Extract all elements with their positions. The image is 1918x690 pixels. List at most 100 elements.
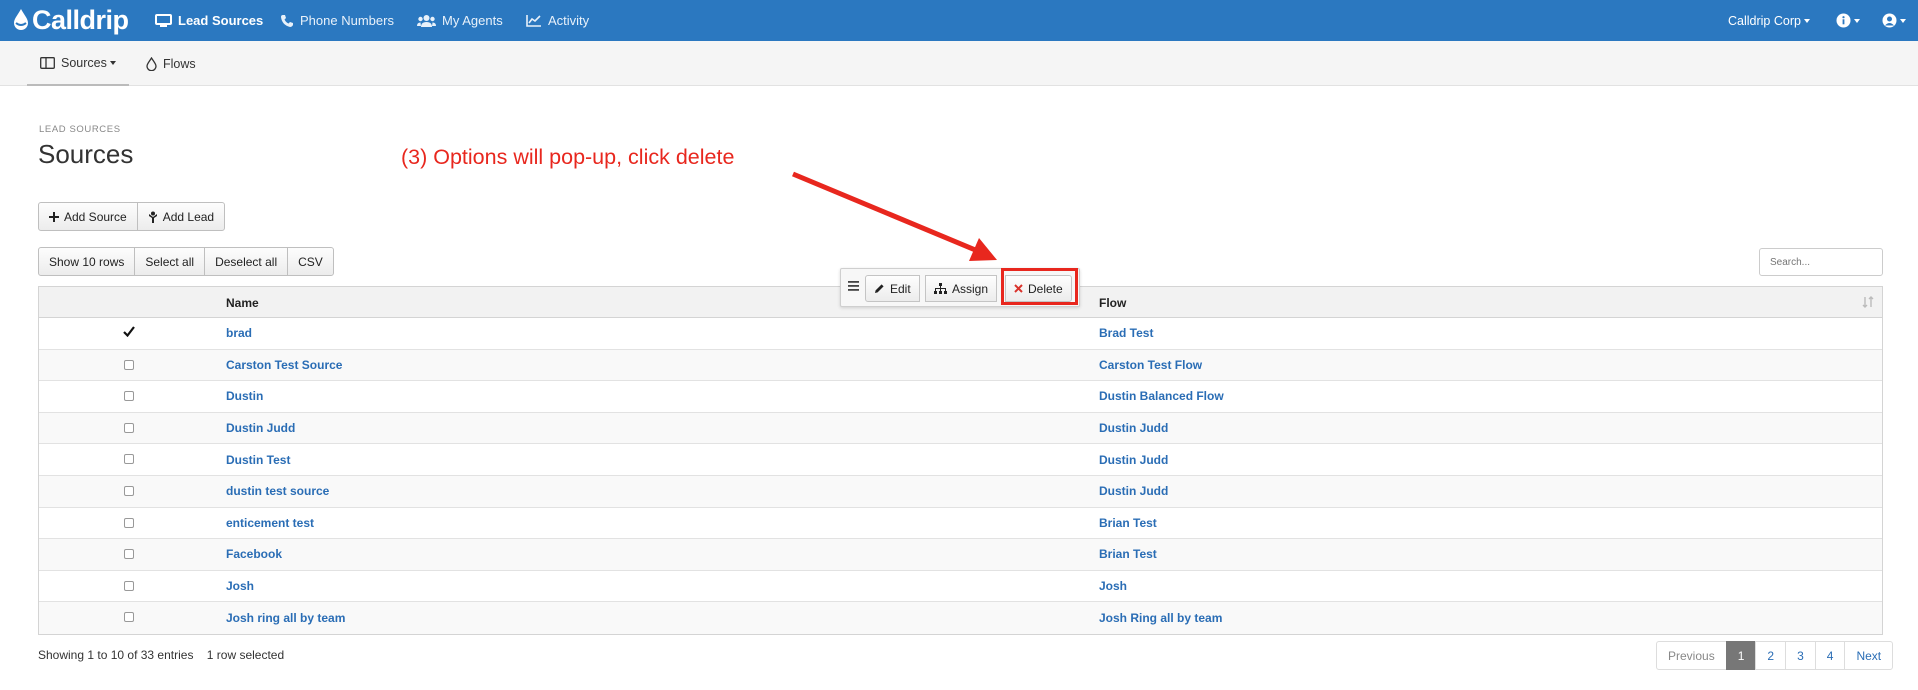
table-row[interactable]: Dustin Test Dustin Judd xyxy=(39,444,1882,476)
pagination-page-3[interactable]: 3 xyxy=(1785,641,1816,670)
columns-icon xyxy=(40,56,55,69)
flow-name-link[interactable]: Josh Ring all by team xyxy=(1099,602,1222,634)
row-checkbox[interactable] xyxy=(124,485,134,496)
page-title: Sources xyxy=(38,139,134,169)
users-icon xyxy=(417,15,436,27)
csv-button[interactable]: CSV xyxy=(287,247,334,276)
sources-table: Name Flow brad Brad Test Carston Test Sour… xyxy=(38,286,1883,635)
nav-lead-sources[interactable]: Lead Sources xyxy=(155,0,263,41)
account-dropdown[interactable]: Calldrip Corp xyxy=(1728,0,1810,41)
flow-name-link[interactable]: Carston Test Flow xyxy=(1099,350,1202,381)
source-name-link[interactable]: Dustin Judd xyxy=(226,413,295,444)
delete-highlight-box xyxy=(1001,268,1078,305)
add-lead-button[interactable]: Add Lead xyxy=(136,202,226,231)
source-name-link[interactable]: Dustin xyxy=(226,381,263,412)
table-row[interactable]: dustin test source Dustin Judd xyxy=(39,475,1882,508)
column-header-flow[interactable]: Flow xyxy=(1099,287,1126,318)
assign-button[interactable]: Assign xyxy=(925,275,998,302)
row-checkbox[interactable] xyxy=(124,549,134,560)
table-row[interactable]: Carston Test Source Carston Test Flow xyxy=(39,349,1882,382)
edit-button[interactable]: Edit xyxy=(865,275,920,302)
entries-info: Showing 1 to 10 of 33 entries xyxy=(38,648,194,662)
table-row[interactable]: Facebook Brian Test xyxy=(39,539,1882,571)
pencil-icon xyxy=(875,284,884,293)
pagination-page-1[interactable]: 1 xyxy=(1725,641,1757,670)
pagination-page-4[interactable]: 4 xyxy=(1814,641,1846,670)
row-checkbox[interactable] xyxy=(124,517,134,528)
source-name-link[interactable]: Dustin Test xyxy=(226,444,290,475)
flow-name-link[interactable]: Dustin Judd xyxy=(1099,444,1168,475)
table-row[interactable]: Dustin Dustin Balanced Flow xyxy=(39,381,1882,413)
flow-name-link[interactable]: Brad Test xyxy=(1099,318,1153,349)
search-input[interactable] xyxy=(1759,248,1883,276)
source-name-link[interactable]: Josh ring all by team xyxy=(226,602,345,634)
pagination-previous[interactable]: Previous xyxy=(1656,641,1727,670)
flow-name-link[interactable]: Dustin Balanced Flow xyxy=(1099,381,1224,412)
nav-activity[interactable]: Activity xyxy=(526,0,589,41)
instruction-annotation: (3) Options will pop-up, click delete xyxy=(401,145,735,169)
sort-icon[interactable] xyxy=(1862,296,1874,308)
table-row[interactable]: brad Brad Test xyxy=(39,318,1882,350)
add-lead-label: Add Lead xyxy=(162,209,215,224)
add-source-button[interactable]: Add Source xyxy=(38,202,138,231)
caret-down-icon xyxy=(109,60,116,65)
row-checkbox[interactable] xyxy=(124,359,134,370)
add-source-label: Add Source xyxy=(64,209,127,224)
row-checkbox[interactable] xyxy=(123,326,135,338)
calldrip-logo[interactable]: Calldrip xyxy=(12,5,129,35)
source-name-link[interactable]: brad xyxy=(226,318,252,349)
source-name-link[interactable]: Facebook xyxy=(226,539,282,570)
breadcrumb: LEAD SOURCES xyxy=(39,124,121,135)
edit-label: Edit xyxy=(890,281,911,296)
table-row[interactable]: Josh Josh xyxy=(39,571,1882,603)
flow-name-link[interactable]: Brian Test xyxy=(1099,539,1157,570)
help-dropdown[interactable] xyxy=(1836,0,1860,41)
sitemap-icon xyxy=(934,283,947,294)
row-checkbox[interactable] xyxy=(124,580,134,591)
plus-icon xyxy=(49,211,59,222)
row-checkbox[interactable] xyxy=(124,454,134,465)
nav-my-agents[interactable]: My Agents xyxy=(417,0,503,41)
show-rows-button[interactable]: Show 10 rows xyxy=(38,247,136,276)
tab-sources-label: Sources xyxy=(61,55,107,70)
table-body: brad Brad Test Carston Test Source Carston … xyxy=(39,318,1882,634)
table-info: Showing 1 to 10 of 33 entries 1 row sele… xyxy=(38,648,284,662)
flow-name-link[interactable]: Josh xyxy=(1099,571,1127,602)
selection-info: 1 row selected xyxy=(206,648,285,662)
sub-navbar: Sources Flows xyxy=(0,41,1918,86)
tab-flows-label: Flows xyxy=(163,56,196,71)
source-name-link[interactable]: enticement test xyxy=(226,508,314,539)
source-name-link[interactable]: dustin test source xyxy=(226,476,329,507)
top-navbar: Calldrip Lead Sources Phone Numbers My A… xyxy=(0,0,1918,41)
row-checkbox[interactable] xyxy=(124,391,134,402)
column-header-name[interactable]: Name xyxy=(226,287,259,318)
tab-flows[interactable]: Flows xyxy=(146,41,196,86)
tab-sources[interactable]: Sources xyxy=(27,41,129,86)
line-chart-icon xyxy=(526,15,541,27)
source-name-link[interactable]: Carston Test Source xyxy=(226,350,342,381)
nav-lead-sources-label: Lead Sources xyxy=(178,13,264,28)
table-row[interactable]: Josh ring all by team Josh Ring all by te… xyxy=(39,602,1882,634)
table-row[interactable]: Dustin Judd Dustin Judd xyxy=(39,412,1882,445)
menu-icon[interactable] xyxy=(848,281,859,291)
flow-name-link[interactable]: Dustin Judd xyxy=(1099,476,1168,507)
lead-icon xyxy=(148,211,157,223)
row-checkbox[interactable] xyxy=(124,422,134,433)
pagination-page-2[interactable]: 2 xyxy=(1755,641,1787,670)
annotation-arrow-icon xyxy=(792,171,997,261)
deselect-all-button[interactable]: Deselect all xyxy=(204,247,289,276)
assign-label: Assign xyxy=(952,281,989,296)
phone-icon xyxy=(281,14,293,27)
checkmark-icon xyxy=(123,326,135,337)
user-dropdown[interactable] xyxy=(1882,0,1906,41)
row-checkbox[interactable] xyxy=(124,612,134,623)
select-all-button[interactable]: Select all xyxy=(134,247,206,276)
nav-phone-numbers[interactable]: Phone Numbers xyxy=(280,0,394,41)
flow-name-link[interactable]: Dustin Judd xyxy=(1099,413,1168,444)
source-actions: Add Source Add Lead xyxy=(38,202,226,231)
source-name-link[interactable]: Josh xyxy=(226,571,254,602)
flow-name-link[interactable]: Brian Test xyxy=(1099,508,1157,539)
account-name: Calldrip Corp xyxy=(1728,13,1801,28)
pagination-next[interactable]: Next xyxy=(1844,641,1894,670)
table-row[interactable]: enticement test Brian Test xyxy=(39,508,1882,540)
